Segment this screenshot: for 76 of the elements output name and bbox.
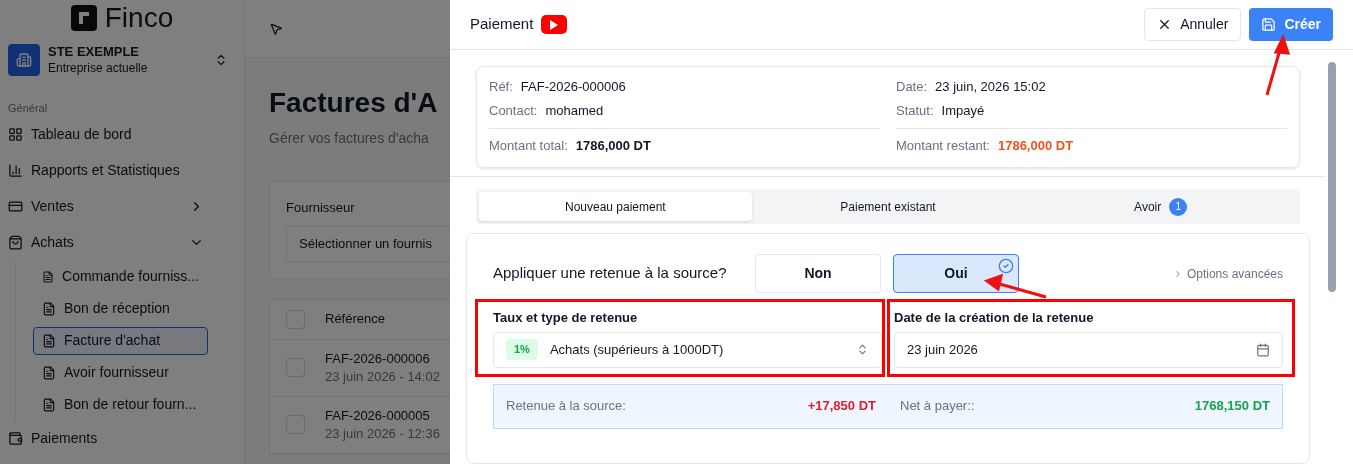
info-value: 1786,000 DT	[997, 137, 1074, 156]
invoice-date: 23 juin 2026 - 12:36	[325, 424, 440, 443]
date-field[interactable]: 23 juin 2026	[894, 331, 1283, 368]
invoice-date: 23 juin 2026 - 14:02	[325, 367, 440, 386]
info-value: 23 juin, 2026 15:02	[935, 78, 1046, 97]
pointer-icon[interactable]	[269, 21, 283, 36]
field-label: Date de la création de la retenue	[894, 309, 1095, 327]
document-icon	[42, 269, 55, 284]
info-label: Contact:	[489, 102, 538, 121]
info-value: Impayé	[941, 102, 985, 121]
sidebar-subitem[interactable]: Commande fourniss...	[33, 262, 208, 291]
tab[interactable]: Nouveau paiement	[479, 192, 752, 221]
check-circle-icon	[998, 258, 1014, 274]
annotation-arrow	[983, 273, 1047, 299]
cancel-button[interactable]: Annuler	[1144, 8, 1242, 41]
logo-icon	[70, 5, 97, 31]
document-icon	[42, 397, 56, 412]
grid-icon	[8, 127, 23, 142]
panel-title: Paiement	[470, 14, 534, 35]
sidebar-item[interactable]: Rapports et Statistiques	[8, 152, 236, 189]
invoice-reference: FAF-2026-000006	[325, 349, 431, 368]
scrollbar-thumb[interactable]	[1328, 62, 1336, 292]
sidebar-item[interactable]: Paiements	[8, 420, 236, 457]
document-icon	[42, 301, 56, 316]
sidebar-subitem[interactable]: Avoir fournisseur	[33, 358, 208, 387]
rate-badge: 1%	[506, 339, 538, 360]
bar-chart-icon	[8, 163, 23, 178]
sidebar-item[interactable]: Tableau de bord	[8, 116, 236, 153]
sidebar-subitem[interactable]: Facture d'achat	[33, 326, 208, 355]
sidebar-subitem[interactable]: Bon de retour fourn...	[33, 390, 208, 419]
summary-value: +17,850 DT	[807, 397, 876, 416]
withholding-select[interactable]: 1% Achats (supérieurs à 1000DT)	[493, 331, 882, 368]
document-icon	[42, 365, 56, 380]
save-icon	[1261, 17, 1277, 32]
chevrons-icon	[856, 343, 869, 356]
page-title: Factures d'A	[269, 86, 438, 120]
tab[interactable]: Paiement existant	[751, 192, 1025, 221]
info-label: Réf:	[489, 78, 513, 97]
summary-label: Retenue à la source:	[506, 397, 627, 416]
column-header: Référence	[325, 310, 385, 329]
logo-text: Finco	[104, 1, 174, 35]
building-icon	[8, 44, 40, 76]
count-badge: 1	[1169, 197, 1188, 216]
question-text: Appliquer une retenue à la source?	[493, 263, 728, 284]
company-name: STE EXEMPLE	[48, 44, 141, 61]
company-subtitle: Entreprise actuelle	[48, 60, 149, 76]
annotation-arrow	[1265, 34, 1291, 96]
info-label: Date:	[896, 78, 928, 97]
sidebar-item[interactable]: Ventes	[8, 188, 236, 225]
advanced-options-link[interactable]: Options avancées	[1172, 264, 1283, 283]
tab[interactable]: Avoir 1	[1024, 192, 1297, 221]
summary-value: 1768,150 DT	[1194, 397, 1270, 416]
info-value: 1786,000 DT	[575, 137, 651, 156]
company-switcher[interactable]: STE EXEMPLE Entreprise actuelle	[8, 44, 236, 76]
bag-icon	[8, 235, 23, 250]
invoice-reference: FAF-2026-000005	[325, 406, 431, 425]
info-label: Montant restant:	[896, 137, 990, 156]
field-label: Taux et type de retenue	[493, 309, 639, 327]
page-subtitle: Gérer vos factures d'acha	[269, 129, 429, 148]
info-value: mohamed	[545, 102, 604, 121]
sidebar-item[interactable]: Achats	[8, 224, 236, 261]
choice-button[interactable]: Non	[755, 254, 881, 293]
choice-button[interactable]: Oui	[893, 254, 1019, 293]
create-button[interactable]: Créer	[1249, 8, 1333, 41]
card-icon	[8, 199, 23, 214]
summary-label: Net à payer::	[900, 397, 976, 416]
filter-label: Fournisseur	[286, 199, 355, 217]
info-label: Montant total:	[489, 137, 568, 156]
video-play-icon[interactable]	[541, 15, 568, 34]
info-value: FAF-2026-000006	[520, 78, 626, 97]
sidebar-subitem[interactable]: Bon de réception	[33, 294, 208, 323]
info-label: Statut:	[896, 102, 934, 121]
document-icon	[42, 333, 56, 348]
section-label: Général	[8, 101, 49, 116]
calendar-icon	[1256, 342, 1270, 357]
wallet-icon	[8, 431, 23, 446]
